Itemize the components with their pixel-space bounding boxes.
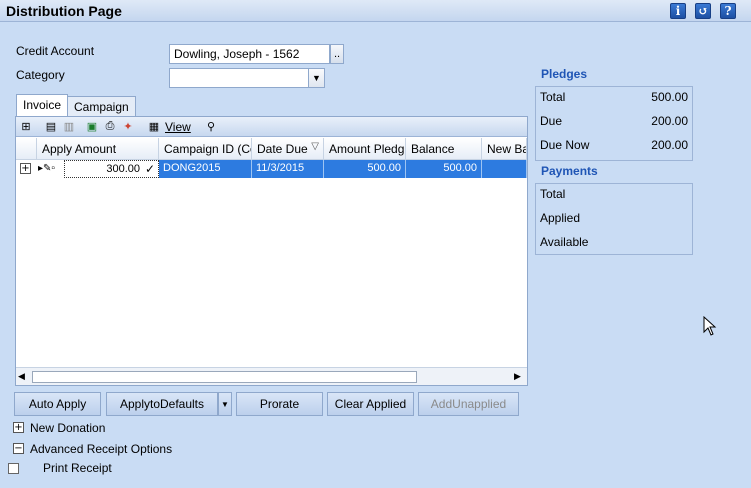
credit-account-field[interactable]: Dowling, Joseph - 1562 [169,44,330,64]
pledges-total-value: 500.00 [651,90,688,104]
category-select[interactable]: ▼ [169,68,325,88]
balance-cell[interactable]: 500.00 [406,160,482,178]
pledges-due-now-value: 200.00 [651,138,688,152]
date-due-cell[interactable]: 11/3/2015 [252,160,324,178]
grid-layout-icon[interactable]: ⊞ [19,120,33,133]
auto-apply-button[interactable]: Auto Apply [14,392,101,416]
payments-available-label: Available [540,235,589,249]
chevron-down-icon[interactable]: ▼ [308,69,324,87]
advanced-receipt-label[interactable]: Advanced Receipt Options [30,442,172,456]
pledges-heading: Pledges [541,67,588,81]
new-balance-cell[interactable] [482,160,527,178]
date-due-header-label: Date Due [257,142,308,156]
field-chooser-icon[interactable]: ▤ [44,120,58,133]
credit-account-label: Credit Account [16,44,95,58]
amount-pledged-cell[interactable]: 500.00 [324,160,406,178]
pledges-due-now-label: Due Now [540,138,590,152]
apply-amount-input[interactable]: 300.00 ✓ [64,160,159,178]
print-receipt-checkbox[interactable] [8,463,19,474]
apply-to-defaults-button[interactable]: ApplytoDefaults [106,392,218,416]
grid-toolbar: ⊞ ▤ ▥ ▣ ⎙ ✦ ▦ View ⚲ [16,117,527,137]
payments-panel: Total Applied Available [535,183,693,255]
scroll-right-icon[interactable]: ▶ [514,371,521,382]
row-header-corner [16,138,37,160]
pledges-due-label: Due [540,114,563,128]
edit-row-icon: ▸✎▫ [38,163,55,174]
search-icon[interactable]: ⚲ [204,120,218,133]
print-preview-icon[interactable]: ✦ [121,120,135,133]
clear-applied-button[interactable]: Clear Applied [327,392,414,416]
add-unapplied-button[interactable]: AddUnapplied [418,392,519,416]
page-title: Distribution Page [6,3,122,19]
view-menu[interactable]: View [165,120,191,134]
title-bar: Distribution Page i ↺ ? [0,0,751,22]
view-icon[interactable]: ▦ [147,120,161,133]
column-header-new-balance[interactable]: New Ba [482,138,527,160]
refresh-icon[interactable]: ↺ [695,3,711,19]
scrollbar-thumb[interactable] [32,371,417,383]
credit-account-lookup-button[interactable]: .. [330,44,344,64]
print-receipt-label[interactable]: Print Receipt [43,461,112,475]
column-header-apply-amount[interactable]: Apply Amount [37,138,159,160]
apply-to-defaults-dropdown-icon[interactable]: ▼ [218,392,232,416]
campaign-id-cell[interactable]: DONG2015 [159,160,252,178]
info-icon[interactable]: i [670,3,686,19]
check-icon[interactable]: ✓ [145,162,155,176]
column-icon[interactable]: ▥ [62,120,76,133]
payments-applied-label: Applied [540,211,581,225]
advanced-receipt-collapse-icon[interactable]: − [13,443,24,454]
column-header-amount-pledged[interactable]: Amount Pledg [324,138,406,160]
mouse-cursor-icon [703,316,717,336]
pledges-total-label: Total [540,90,566,104]
apply-amount-value: 300.00 [106,163,140,175]
column-header-date-due[interactable]: Date Due ▽ [252,138,324,160]
column-header-balance[interactable]: Balance [406,138,482,160]
print-icon[interactable]: ⎙ [103,120,117,133]
category-label: Category [16,68,65,82]
scroll-left-icon[interactable]: ◀ [18,371,25,382]
payments-total-label: Total [540,187,566,201]
expand-icon[interactable]: + [20,163,31,174]
tab-campaign[interactable]: Campaign [67,96,136,116]
prorate-button[interactable]: Prorate [236,392,323,416]
pledges-due-value: 200.00 [651,114,688,128]
table-row-expander[interactable]: + [16,160,37,178]
excel-export-icon[interactable]: ▣ [85,120,99,133]
help-icon[interactable]: ? [720,3,736,19]
tab-invoice[interactable]: Invoice [16,94,69,116]
new-donation-expand-icon[interactable]: + [13,422,24,433]
new-donation-label[interactable]: New Donation [30,421,105,435]
pledges-panel: Total 500.00 Due 200.00 Due Now 200.00 [535,86,693,161]
payments-heading: Payments [541,164,598,178]
column-header-campaign-id[interactable]: Campaign ID (Co [159,138,252,160]
sort-icon[interactable]: ▽ [311,141,319,152]
distribution-grid: ⊞ ▤ ▥ ▣ ⎙ ✦ ▦ View ⚲ Apply Amount Campai… [15,116,528,386]
horizontal-scrollbar[interactable]: ◀ ▶ [16,367,527,385]
